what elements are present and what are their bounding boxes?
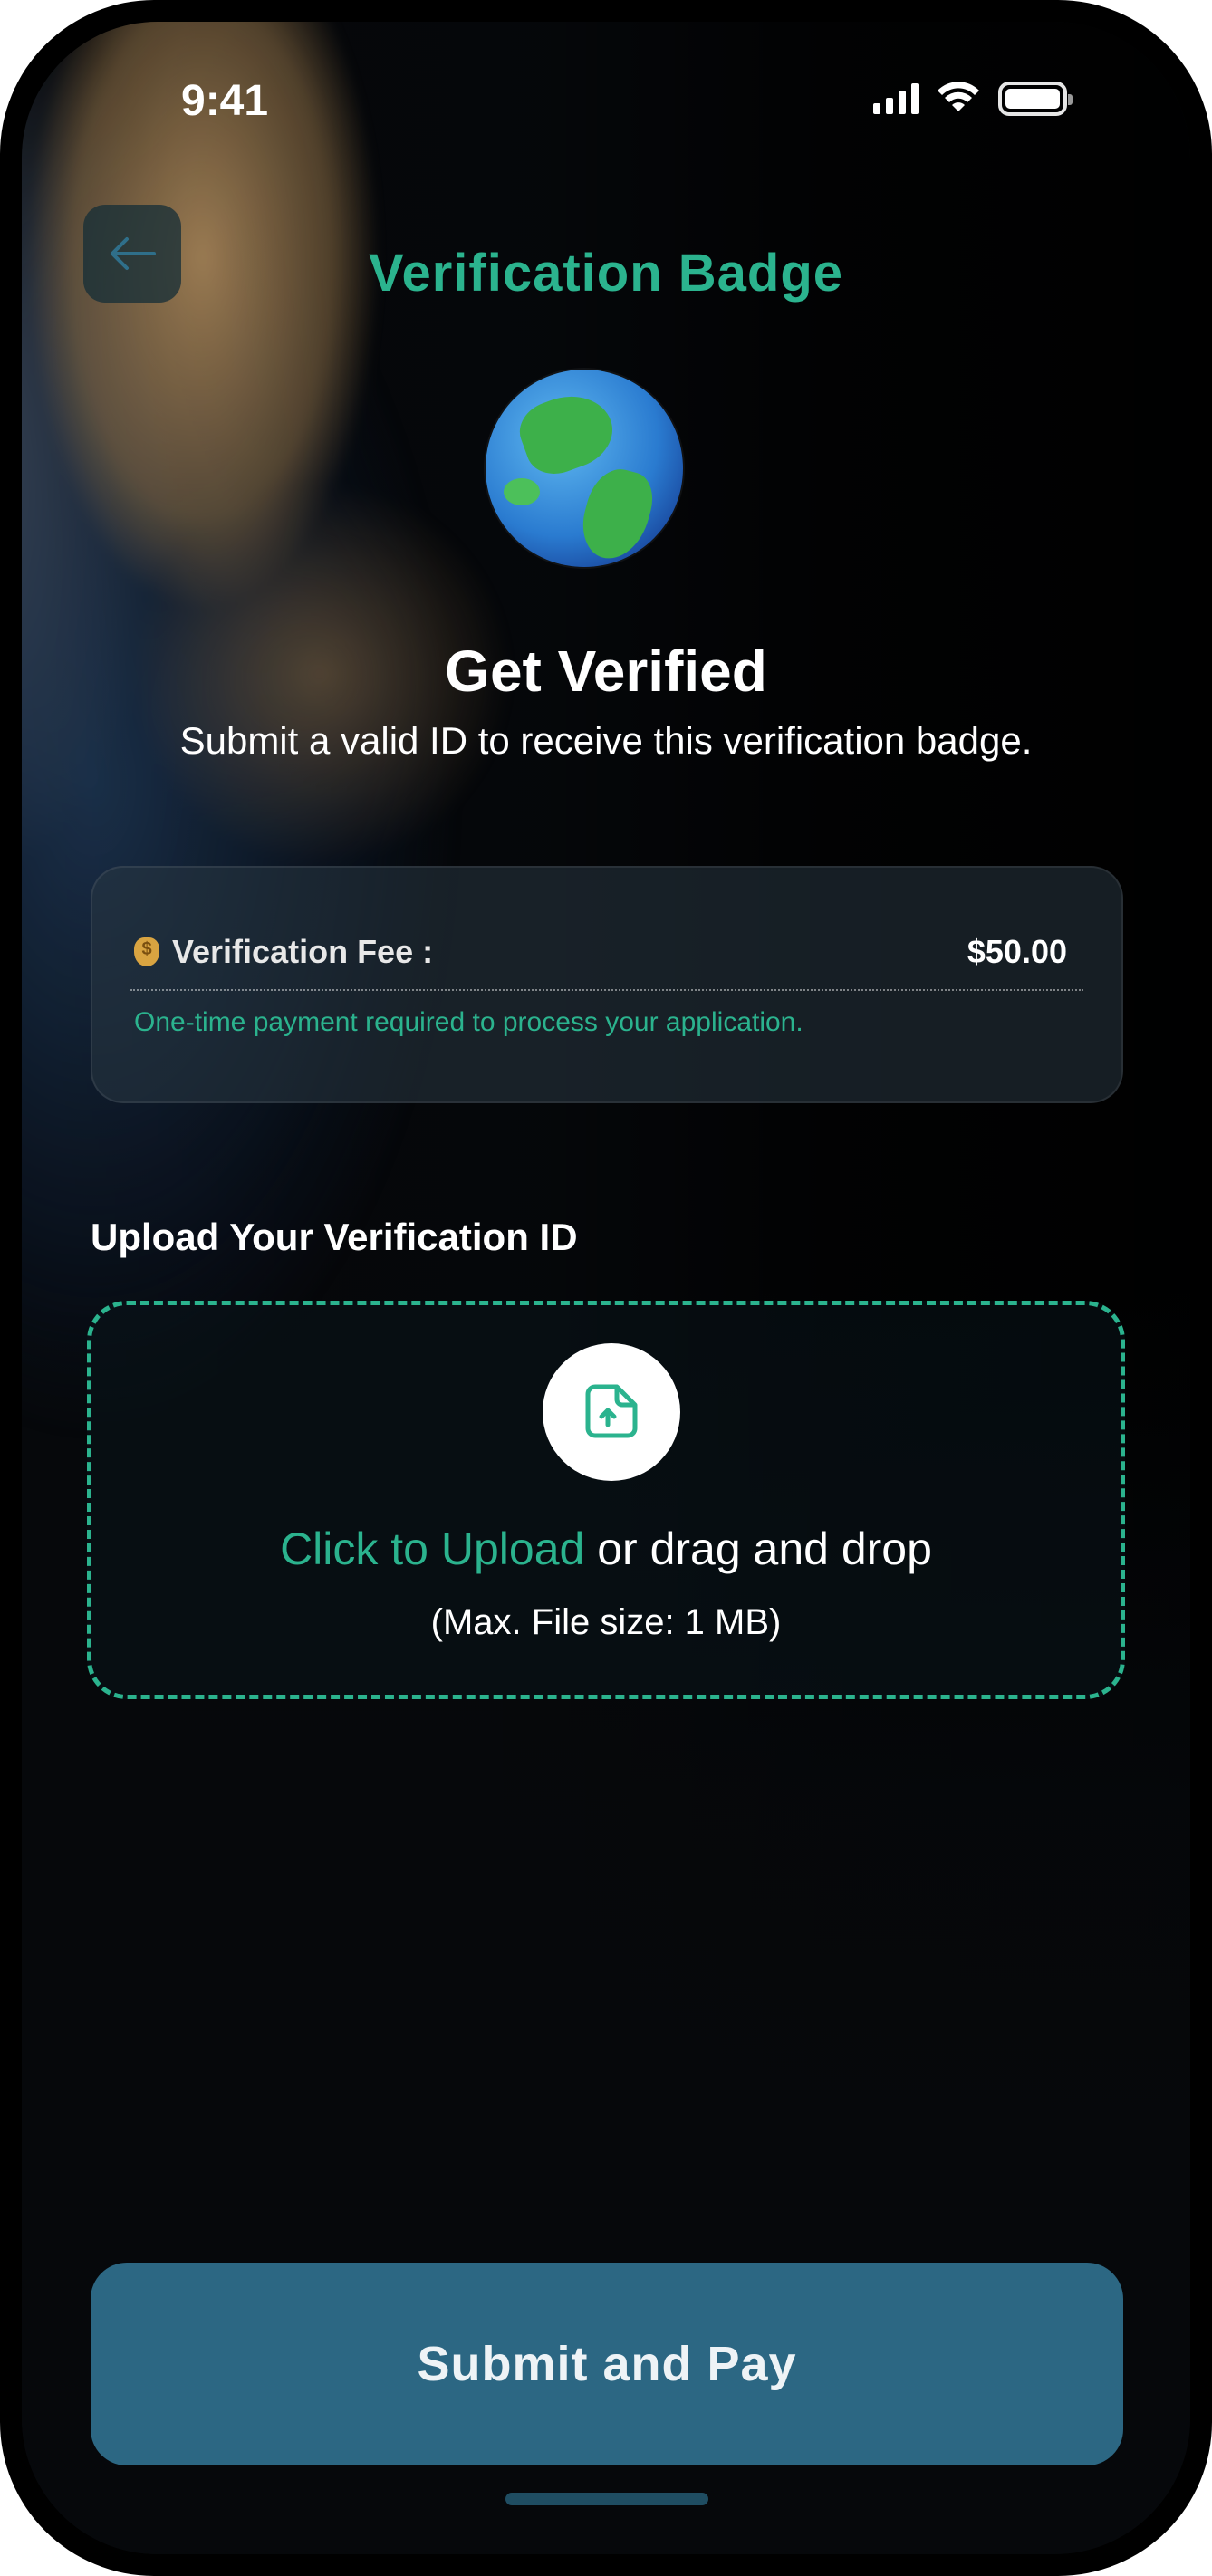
home-indicator xyxy=(505,2493,708,2505)
hero-subtitle: Submit a valid ID to receive this verifi… xyxy=(179,719,1033,762)
fee-label-group: Verification Fee : xyxy=(134,933,433,971)
click-to-upload-link[interactable]: Click to Upload xyxy=(280,1523,584,1574)
money-bag-icon xyxy=(134,937,159,966)
fee-card: Verification Fee : $50.00 One-time payme… xyxy=(91,866,1123,1103)
device-frame: 9:41 Verification Badge Get Verified Sub… xyxy=(0,0,1212,2576)
wifi-icon xyxy=(938,82,979,111)
drag-drop-text: or drag and drop xyxy=(584,1523,932,1574)
fee-row: Verification Fee : $50.00 xyxy=(134,933,1067,971)
status-icons xyxy=(873,82,1073,116)
fee-note: One-time payment required to process you… xyxy=(134,1007,803,1037)
fee-label: Verification Fee : xyxy=(172,933,434,970)
file-upload-icon xyxy=(585,1384,638,1438)
battery-icon xyxy=(998,82,1073,116)
cellular-signal-icon xyxy=(873,83,919,114)
submit-and-pay-button[interactable]: Submit and Pay xyxy=(91,2263,1123,2465)
upload-heading: Upload Your Verification ID xyxy=(91,1216,578,1258)
upload-icon-button[interactable] xyxy=(543,1343,680,1481)
fee-amount: $50.00 xyxy=(967,933,1067,970)
upload-dropzone[interactable]: Click to Upload or drag and drop (Max. F… xyxy=(87,1301,1125,1699)
file-size-limit: (Max. File size: 1 MB) xyxy=(430,1602,782,1642)
globe-icon xyxy=(486,370,683,567)
fee-divider xyxy=(130,989,1083,991)
status-time: 9:41 xyxy=(181,77,269,125)
upload-instructions: Click to Upload or drag and drop xyxy=(91,1523,1121,1575)
hero-title: Get Verified xyxy=(445,639,767,704)
page-title: Verification Badge xyxy=(368,244,844,303)
